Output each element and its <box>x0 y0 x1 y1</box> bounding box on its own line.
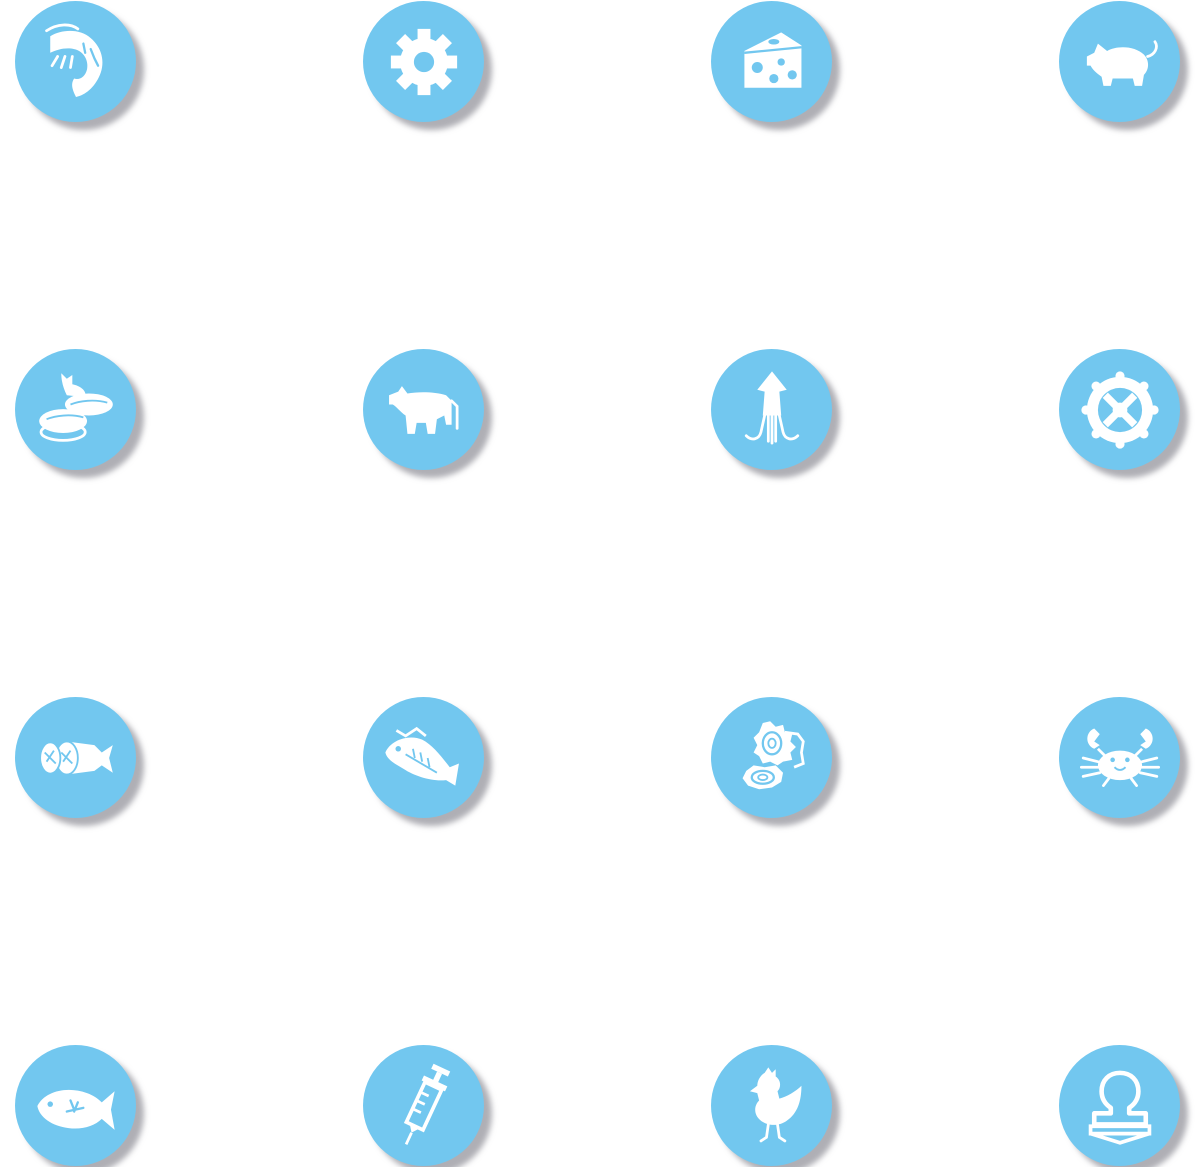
crab-button[interactable] <box>1059 697 1180 818</box>
fish-icon <box>36 1089 115 1130</box>
cheese-button[interactable] <box>711 1 832 122</box>
shrimp-button[interactable] <box>15 1 136 122</box>
crab-icon <box>1079 728 1160 787</box>
sliced-fish-icon <box>38 740 113 775</box>
syringe-icon <box>403 1063 450 1145</box>
sushi-button[interactable] <box>15 349 136 470</box>
wheel-icon <box>1080 370 1159 449</box>
sushi-icon <box>38 372 113 442</box>
chicken-button[interactable] <box>711 1045 832 1166</box>
oyster-icon <box>742 720 805 789</box>
pig-icon <box>1086 39 1158 86</box>
squid-icon <box>744 370 799 444</box>
wheel-button[interactable] <box>1059 349 1180 470</box>
chicken-icon <box>749 1066 801 1142</box>
cheese-icon <box>743 32 802 88</box>
sliced-fish-button[interactable] <box>15 697 136 818</box>
fish-button[interactable] <box>15 1045 136 1166</box>
syringe-button[interactable] <box>363 1045 484 1166</box>
cow-button[interactable] <box>363 349 484 470</box>
stamp-icon <box>1088 1070 1151 1145</box>
squid-button[interactable] <box>711 349 832 470</box>
dried-fish-icon <box>384 726 459 786</box>
oyster-button[interactable] <box>711 697 832 818</box>
gear-button[interactable] <box>363 1 484 122</box>
dried-fish-button[interactable] <box>363 697 484 818</box>
pig-button[interactable] <box>1059 1 1180 122</box>
cow-icon <box>388 385 458 434</box>
stamp-button[interactable] <box>1059 1045 1180 1166</box>
shrimp-icon <box>44 23 102 97</box>
gear-icon <box>390 28 457 95</box>
